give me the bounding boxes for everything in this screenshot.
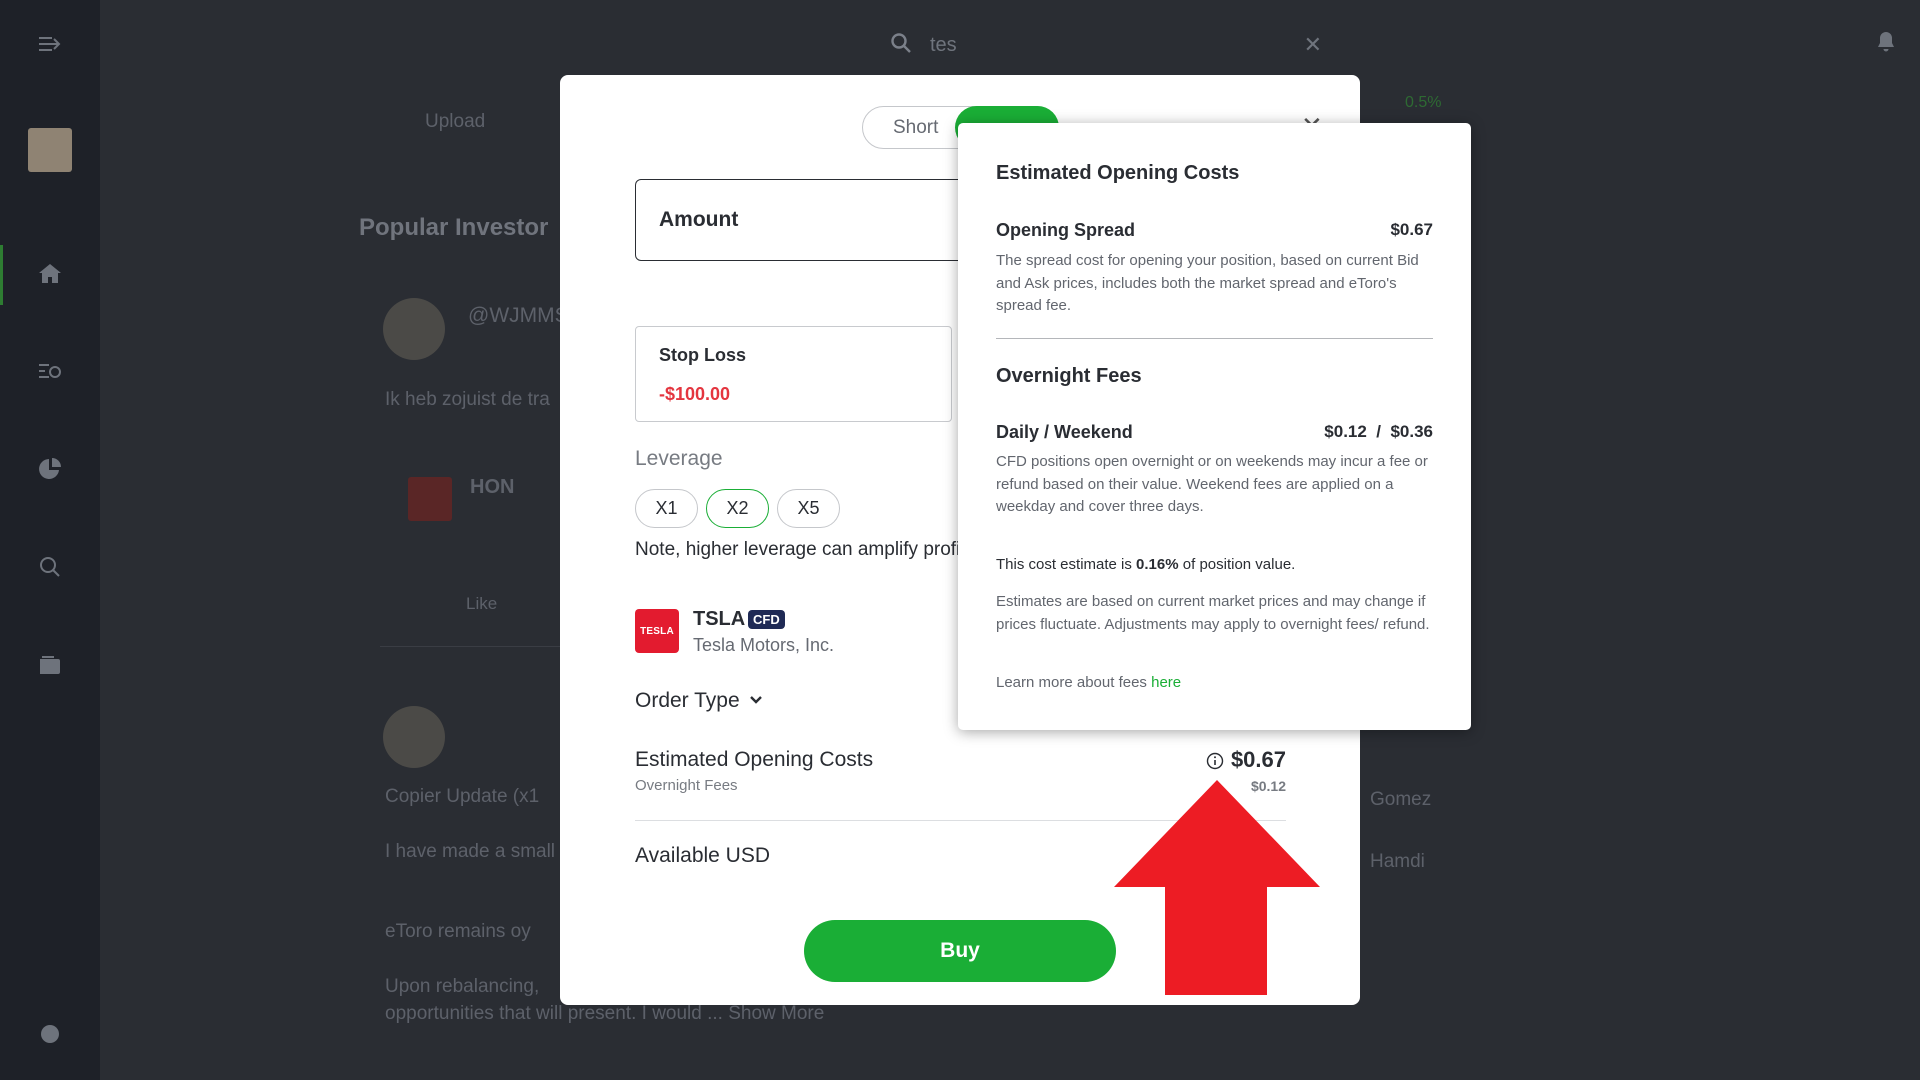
settings-gear-icon[interactable] [32,1016,68,1052]
post-text: opportunities that will present. I would… [385,1003,825,1024]
amount-label: Amount [659,208,739,231]
portfolio-icon[interactable] [32,451,68,487]
overnight-fees-description: CFD positions open overnight or on weeke… [996,453,1428,515]
tooltip-title: Estimated Opening Costs [996,162,1240,184]
stop-loss-field[interactable]: Stop Loss -$100.00 [635,326,952,422]
estimated-opening-costs-value: $0.67 [1230,747,1286,772]
investor-name[interactable]: Hamdi [1370,851,1425,873]
leverage-note: Note, higher leverage can amplify profit… [635,539,982,560]
leverage-x1-button[interactable]: X1 [635,489,698,528]
post-avatar[interactable] [383,706,445,768]
cost-estimate-suffix: of position value. [1178,556,1296,573]
instrument-name: Tesla Motors, Inc. [693,635,835,655]
available-usd-label: Available USD [635,844,771,867]
cost-estimate-text: This cost estimate is 0.16% of position … [996,556,1295,573]
home-icon[interactable] [32,256,68,292]
upload-button[interactable]: Upload [425,111,485,133]
short-option[interactable]: Short [893,117,938,139]
post-username[interactable]: @WJMMS [468,304,569,328]
leverage-label: Leverage [635,447,723,470]
info-icon[interactable] [1206,752,1224,770]
post-text: Upon rebalancing, [385,976,540,997]
red-arrow-annotation [1114,780,1320,995]
instrument-ticker: TSLA [693,608,746,630]
chevron-down-icon [748,689,764,713]
top-bar: tes ✕ [100,0,1920,86]
order-type-dropdown[interactable]: Order Type [635,689,764,713]
instrument-ticker[interactable]: HON [470,476,514,499]
investor-name[interactable]: Gomez [1370,789,1431,811]
search-box[interactable]: tes ✕ [880,24,1330,64]
like-button[interactable]: Like [466,594,497,614]
collapse-menu-icon[interactable] [32,26,68,62]
cfd-badge: CFD [748,610,785,629]
learn-more-prefix: Learn more about fees [996,674,1152,691]
change-percent: 0.5% [1405,94,1442,111]
post-text: Copier Update (x1 [385,786,540,807]
learn-more-link[interactable]: here [1151,674,1181,691]
tooltip-divider [996,338,1433,339]
search-icon [890,32,912,54]
post-text: eToro remains oy [385,921,531,942]
opening-spread-label: Opening Spread [996,220,1136,240]
stop-loss-label: Stop Loss [659,345,747,365]
post-text: I have made a small [385,841,556,862]
overnight-fees-label: Overnight Fees [635,777,738,794]
cost-estimate-prefix: This cost estimate is [996,556,1137,573]
instrument-logo [408,477,452,521]
estimated-opening-costs-label: Estimated Opening Costs [635,748,874,771]
stop-loss-value: -$100.00 [659,384,731,404]
user-avatar[interactable] [28,128,72,172]
daily-weekend-value: $0.12 / $0.36 [1324,422,1433,441]
clear-search-icon[interactable]: ✕ [1304,32,1322,58]
learn-more-text: Learn more about fees here [996,674,1181,691]
estimate-disclaimer: Estimates are based on current market pr… [996,593,1430,633]
leverage-x2-button[interactable]: X2 [706,489,769,528]
watchlist-icon[interactable] [32,353,68,389]
wallet-icon[interactable] [32,647,68,683]
opening-costs-tooltip: Estimated Opening Costs Opening Spread $… [958,123,1471,730]
post-text: Ik heb zojuist de tra [385,389,550,410]
tesla-logo: TESLA [635,609,679,653]
cost-estimate-percent: 0.16% [1136,556,1179,573]
daily-weekend-label: Daily / Weekend [996,422,1133,442]
opening-spread-description: The spread cost for opening your positio… [996,252,1419,314]
sidebar [0,0,100,1080]
search-input[interactable]: tes [930,34,957,57]
leverage-x5-button[interactable]: X5 [777,489,840,528]
section-title: Popular Investor [359,214,549,241]
discover-search-icon[interactable] [32,549,68,585]
buy-button[interactable]: Buy [804,920,1116,982]
notification-bell-icon[interactable] [1874,30,1900,56]
opening-spread-value: $0.67 [1390,220,1433,239]
overnight-fees-title: Overnight Fees [996,365,1142,387]
order-type-label: Order Type [635,689,740,712]
active-nav-indicator [0,245,3,305]
post-avatar[interactable] [383,298,445,360]
